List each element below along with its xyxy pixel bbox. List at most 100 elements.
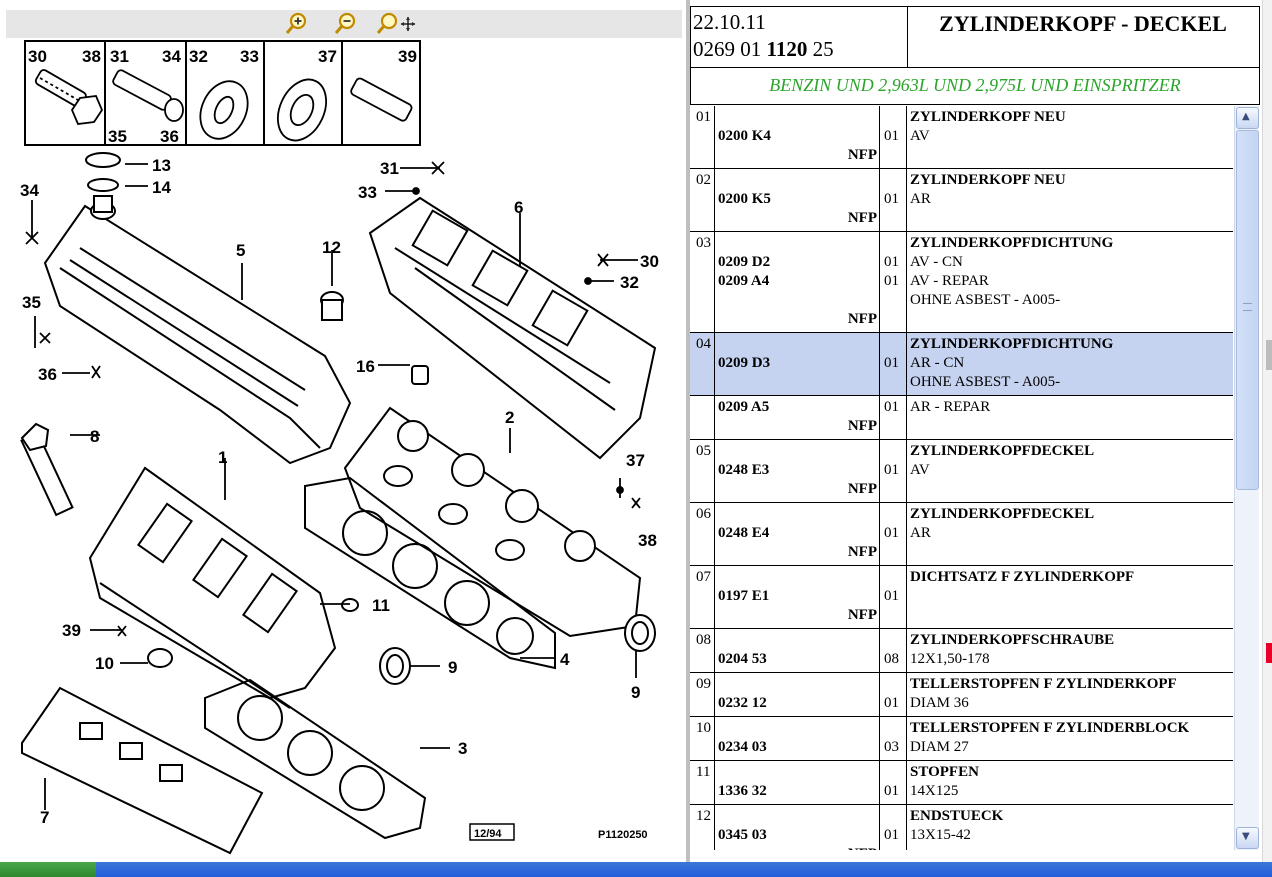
part-code-cell: 0209 D2 0209 A4 NFP [715, 232, 880, 332]
callout-34: 34 [20, 181, 39, 200]
part-quantity: 01 [884, 827, 899, 843]
part-code-cell: 0232 12 [715, 673, 880, 716]
part-detail: AV - CN [910, 254, 963, 270]
table-row[interactable]: 10 0234 03 03 TELLERSTOPFEN F ZYLINDERBLOCK… [690, 717, 1233, 761]
edge-marker [1266, 340, 1272, 370]
table-row[interactable]: 0209 A5 NFP 01 AR - REPAR [690, 396, 1233, 440]
part-name: ZYLINDERKOPFSCHRAUBE [910, 632, 1115, 648]
description-cell: ZYLINDERKOPFDICHTUNG AR - CN OHNE ASBEST -… [907, 333, 1233, 395]
part-code[interactable]: 0197 E1 [718, 587, 769, 606]
part-detail: 13X15-42 [910, 827, 971, 843]
part-code[interactable]: 0234 03 [718, 738, 767, 757]
table-row[interactable]: 02 0200 K5 NFP 01 ZYLINDERKOPF NEU AR [690, 169, 1233, 232]
table-row[interactable]: 11 1336 32 01 STOPFEN 14X125 [690, 761, 1233, 805]
part-quantity: 01 [884, 254, 899, 270]
part-code[interactable]: 0248 E4 [718, 524, 769, 543]
part-code[interactable]: 0345 03 [718, 826, 767, 845]
zoom-in-icon[interactable] [284, 10, 310, 38]
header-date: 22.10.11 [693, 10, 766, 34]
callout-38: 38 [638, 531, 657, 550]
description-cell: ZYLINDERKOPFDECKEL AR [907, 503, 1233, 565]
scroll-down-button[interactable]: ▼ [1236, 827, 1259, 849]
table-row[interactable]: 05 0248 E3 NFP 01 ZYLINDERKOPFDECKEL AV [690, 440, 1233, 503]
parts-header: 22.10.11 0269 01 1120 25 ZYLINDERKOPF - … [690, 6, 1260, 68]
description-cell: ENDSTUECK 13X15-42 [907, 805, 1233, 850]
callout-30: 30 [640, 252, 659, 271]
part-code-cell: 0209 A5 NFP [715, 396, 880, 439]
nfp-flag: NFP [847, 210, 877, 226]
nfp-flag: NFP [847, 147, 877, 163]
row-number: 02 [696, 172, 711, 188]
part-detail: AR [910, 191, 931, 207]
part-name: TELLERSTOPFEN F ZYLINDERBLOCK [910, 720, 1190, 736]
callout-12: 12 [322, 238, 341, 257]
inset-label-39: 39 [398, 47, 417, 66]
part-code[interactable]: 0209 A5 [718, 398, 769, 417]
vertical-scrollbar[interactable]: ▲ ▼ [1234, 106, 1259, 850]
table-row[interactable]: 12 0345 03 NFP 01 ENDSTUECK 13X15-42 [690, 805, 1233, 850]
description-cell: ZYLINDERKOPF NEU AR [907, 169, 1233, 231]
window-edge [1262, 0, 1272, 862]
description-cell: ZYLINDERKOPF NEU AV [907, 106, 1233, 168]
quantity-cell: 08 [880, 629, 907, 672]
part-quantity: 01 [884, 588, 899, 604]
description-cell: TELLERSTOPFEN F ZYLINDERBLOCK DIAM 27 [907, 717, 1233, 760]
inset-label-36: 36 [160, 127, 179, 146]
edge-marker-red [1266, 643, 1272, 663]
parts-table: 01 0200 K4 NFP 01 ZYLINDERKOPF NEU AV 02 0200 K… [690, 106, 1233, 850]
row-number: 04 [696, 336, 711, 352]
quantity-cell: 01 01 [880, 232, 907, 332]
row-number: 08 [696, 632, 711, 648]
row-number-cell: 02 [690, 169, 715, 231]
page-title: ZYLINDERKOPF - DECKEL [939, 11, 1227, 36]
part-quantity: 08 [884, 651, 899, 667]
chevron-down-icon: ▼ [1242, 831, 1250, 842]
quantity-cell: 03 [880, 717, 907, 760]
callout-16: 16 [356, 357, 375, 376]
inset-label-38: 38 [82, 47, 101, 66]
part-code-cell: 0345 03 NFP [715, 805, 880, 850]
part-name: ZYLINDERKOPFDECKEL [910, 506, 1095, 522]
scroll-thumb[interactable] [1236, 130, 1259, 490]
part-code[interactable]: 1336 32 [718, 782, 767, 801]
part-code[interactable]: 0204 53 [718, 650, 767, 669]
part-code[interactable]: 0209 D2 [718, 253, 770, 272]
quantity-cell: 01 [880, 396, 907, 439]
part-code[interactable]: 0200 K5 [718, 190, 771, 209]
chevron-up-icon: ▲ [1242, 111, 1250, 122]
start-button[interactable] [0, 862, 96, 877]
nfp-flag: NFP [847, 418, 877, 434]
quantity-cell: 01 [880, 761, 907, 804]
table-row[interactable]: 01 0200 K4 NFP 01 ZYLINDERKOPF NEU AV [690, 106, 1233, 169]
part-code[interactable]: 0248 E3 [718, 461, 769, 480]
nfp-flag: NFP [847, 607, 877, 623]
zoom-out-icon[interactable] [333, 10, 359, 38]
zoom-move-icon[interactable] [376, 10, 418, 38]
part-detail: AV [910, 462, 930, 478]
table-row[interactable]: 04 0209 D3 01 ZYLINDERKOPFDICHTUNG AR - CN OH… [690, 333, 1233, 396]
grip-icon [1243, 303, 1252, 311]
table-row[interactable]: 07 0197 E1 NFP 01 DICHTSATZ F ZYLINDERKOPF [690, 566, 1233, 629]
row-number-cell: 03 [690, 232, 715, 332]
part-quantity: 01 [884, 355, 899, 371]
callout-7: 7 [40, 808, 49, 827]
part-code[interactable]: 0209 A4 [718, 272, 769, 291]
part-code[interactable]: 0209 D3 [718, 354, 770, 373]
scroll-up-button[interactable]: ▲ [1236, 107, 1259, 129]
nfp-flag: NFP [847, 544, 877, 560]
part-code[interactable]: 0200 K4 [718, 127, 771, 146]
part-name: DICHTSATZ F ZYLINDERKOPF [910, 569, 1135, 585]
part-code-cell: 0248 E3 NFP [715, 440, 880, 502]
diagram-svg: 30 38 31 34 32 33 37 39 35 36 13 14 34 5… [20, 40, 659, 855]
callout-11: 11 [372, 596, 390, 615]
part-quantity: 01 [884, 462, 899, 478]
diagram-date: 12/94 [474, 828, 502, 840]
table-row[interactable]: 06 0248 E4 NFP 01 ZYLINDERKOPFDECKEL AR [690, 503, 1233, 566]
nfp-flag: NFP [847, 481, 877, 497]
part-code[interactable]: 0232 12 [718, 694, 767, 713]
table-row[interactable]: 08 0204 53 08 ZYLINDERKOPFSCHRAUBE 12X1,50-1… [690, 629, 1233, 673]
part-name: ZYLINDERKOPF NEU [910, 172, 1066, 188]
callout-2: 2 [505, 408, 514, 427]
table-row[interactable]: 03 0209 D2 0209 A4 NFP 01 01 ZYLINDERKOPFDICHT… [690, 232, 1233, 333]
table-row[interactable]: 09 0232 12 01 TELLERSTOPFEN F ZYLINDERKOPF D… [690, 673, 1233, 717]
